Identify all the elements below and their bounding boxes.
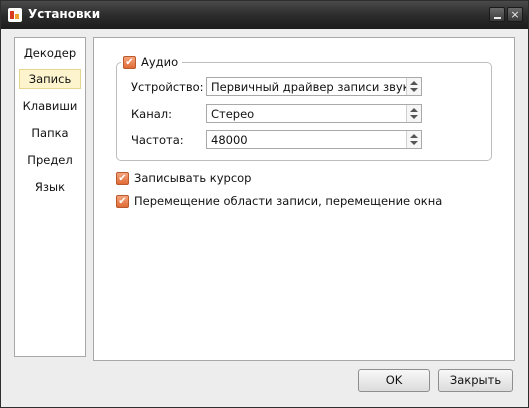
sidebar-item-hotkeys[interactable]: Клавиши: [19, 96, 81, 116]
device-label: Устройство:: [131, 80, 204, 94]
close-icon[interactable]: ×: [507, 7, 523, 22]
move-area-checkbox[interactable]: ✔: [116, 194, 129, 208]
move-area-row[interactable]: ✔ Перемещение области записи, перемещени…: [116, 194, 442, 208]
app-icon: [8, 8, 22, 22]
sidebar-item-folder[interactable]: Папка: [19, 123, 81, 143]
minimize-icon[interactable]: [489, 7, 505, 22]
spin-arrows-icon[interactable]: [406, 131, 421, 148]
audio-checkbox-row[interactable]: ✔ Аудио: [121, 54, 183, 70]
record-cursor-checkbox[interactable]: ✔: [116, 171, 129, 185]
window-title: Установки: [28, 7, 101, 21]
audio-checkbox[interactable]: ✔: [123, 55, 136, 69]
spin-arrows-icon[interactable]: [406, 105, 421, 122]
rate-select[interactable]: 48000: [206, 130, 422, 149]
title-bar[interactable]: Установки ×: [1, 1, 528, 29]
spin-arrows-icon[interactable]: [406, 78, 421, 95]
channel-select-value: Стерео: [211, 107, 255, 121]
rate-select-value: 48000: [211, 133, 248, 147]
rate-label: Частота:: [131, 133, 184, 147]
sidebar-item-language[interactable]: Язык: [19, 177, 81, 197]
record-cursor-row[interactable]: ✔ Записывать курсор: [116, 171, 251, 185]
sidebar-item-recording[interactable]: Запись: [19, 69, 81, 89]
channel-select[interactable]: Стерео: [206, 104, 422, 123]
move-area-label: Перемещение области записи, перемещение …: [134, 194, 443, 208]
close-button[interactable]: Закрыть: [438, 369, 513, 392]
record-cursor-label: Записывать курсор: [134, 171, 252, 185]
device-select-value: Первичный драйвер записи звука: [211, 80, 417, 94]
ok-button[interactable]: OK: [358, 369, 430, 392]
sidebar-item-limit[interactable]: Предел: [19, 150, 81, 170]
audio-label: Аудио: [141, 55, 179, 69]
sidebar-item-decoder[interactable]: Декодер: [19, 43, 81, 63]
settings-sidebar: Декодер Запись Клавиши Папка Предел Язык: [14, 37, 86, 357]
device-select[interactable]: Первичный драйвер записи звука: [206, 77, 422, 96]
channel-label: Канал:: [131, 107, 173, 121]
